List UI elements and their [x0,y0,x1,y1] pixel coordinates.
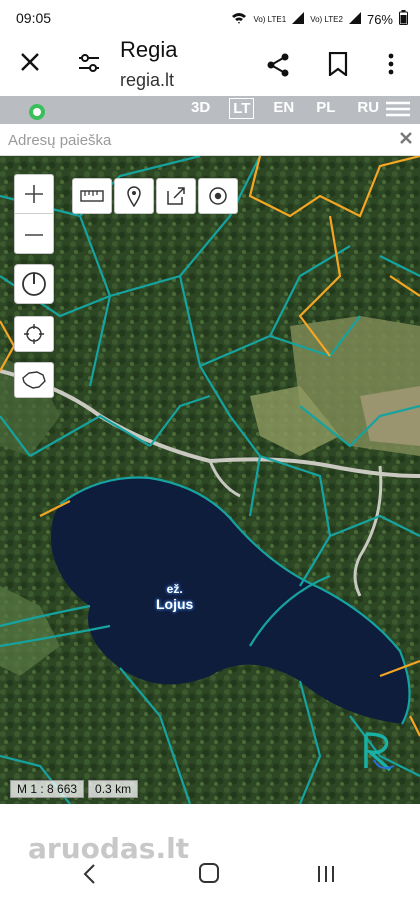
ruler-icon [80,190,104,202]
status-icons: Vo) LTE1 Vo) LTE2 76% [231,10,408,28]
map-scale-distance: 0.3 km [88,780,139,798]
plus-icon [25,185,43,203]
clear-search-icon[interactable] [398,130,414,146]
scale-bar: M 1 : 8 663 0.3 km [10,780,139,798]
satellite-map [0,156,420,804]
regia-r-logo-icon [360,730,396,772]
measure-tool-button[interactable] [72,178,112,214]
site-links: 3D LT EN PL RU [188,98,382,119]
lake-label: ež. Lojus [156,582,193,612]
hamburger-menu-icon[interactable] [386,100,410,118]
minus-icon [25,233,43,236]
link-pl[interactable]: PL [313,98,338,119]
wifi-icon [231,12,247,27]
lake-label-prefix: ež. [166,582,183,596]
system-nav-bar [0,856,420,900]
compass-button[interactable] [14,264,54,304]
compass-icon [22,272,46,296]
status-bar: 09:05 Vo) LTE1 Vo) LTE2 76% [0,0,420,34]
crosshair-icon [24,324,44,344]
link-lt[interactable]: LT [229,98,255,119]
back-icon[interactable] [80,862,100,886]
map-pin-icon [127,186,141,207]
marker-tool-button[interactable] [114,178,154,214]
address-search-bar [0,124,420,156]
target-icon [209,187,227,205]
address-search-input[interactable] [8,128,388,152]
page-url: regia.lt [120,70,175,90]
bookmark-icon[interactable] [327,51,349,78]
regia-logo-icon[interactable] [26,100,48,120]
share-map-button[interactable] [156,178,196,214]
page-title: Regia [120,37,178,62]
signal1-label: Vo) LTE1 [253,14,287,24]
more-options-icon[interactable] [380,52,402,76]
share-icon[interactable] [266,52,290,78]
map-scale-ratio: M 1 : 8 663 [10,780,85,798]
signal2-icon [348,11,361,27]
signal2-label: Vo) LTE2 [310,14,343,24]
link-en[interactable]: EN [270,98,297,119]
recent-apps-icon[interactable] [316,864,336,884]
site-header: 3D LT EN PL RU [0,96,420,124]
map-view[interactable]: ež. Lojus M 1 : 8 663 0.3 km [0,156,420,804]
country-extent-button[interactable] [14,362,54,398]
locate-button[interactable] [198,178,238,214]
home-icon[interactable] [198,862,220,884]
battery-level: 76% [366,11,393,27]
battery-icon [399,10,408,28]
signal1-icon [292,11,305,27]
lake-label-name: Lojus [156,596,194,612]
gps-button[interactable] [14,316,54,352]
zoom-out-button[interactable] [15,215,53,254]
export-icon [167,187,185,205]
lithuania-outline-icon [22,371,46,389]
link-3d[interactable]: 3D [188,98,213,119]
status-time: 09:05 [16,10,52,26]
tune-icon[interactable] [78,52,100,74]
zoom-control [14,174,54,254]
link-ru[interactable]: RU [354,98,382,119]
browser-app-bar: Regia regia.lt [0,34,420,96]
close-icon[interactable] [18,50,42,74]
zoom-in-button[interactable] [15,175,53,214]
